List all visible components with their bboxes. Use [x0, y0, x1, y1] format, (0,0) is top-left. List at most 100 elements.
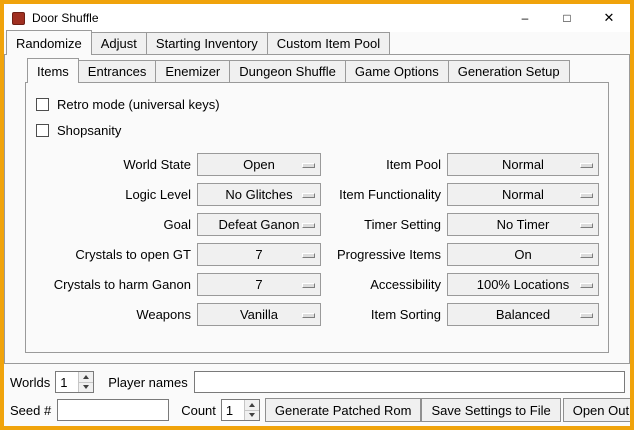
item-functionality-label: Item Functionality	[321, 187, 441, 202]
dropdown-indicator-icon	[302, 223, 315, 228]
dropdown-indicator-icon	[580, 283, 593, 288]
shopsanity-checkbox[interactable]	[36, 124, 49, 137]
close-button[interactable]: ✕	[588, 4, 630, 32]
settings-row-1: World State Open Item Pool Normal	[26, 153, 608, 176]
progressive-items-label: Progressive Items	[321, 247, 441, 262]
count-spin-down-button[interactable]	[245, 410, 259, 421]
tab-adjust[interactable]: Adjust	[91, 32, 147, 54]
count-input[interactable]	[222, 400, 244, 420]
tab-entrances[interactable]: Entrances	[78, 60, 157, 82]
window-controls: – □ ✕	[504, 4, 630, 32]
close-icon: ✕	[604, 10, 615, 26]
item-sorting-label: Item Sorting	[321, 307, 441, 322]
item-sorting-dropdown[interactable]: Balanced	[447, 303, 599, 326]
dropdown-value: No Timer	[448, 214, 598, 235]
seed-label: Seed #	[10, 403, 51, 418]
crystals-gt-group: Crystals to open GT 7	[28, 243, 321, 266]
seed-input[interactable]	[57, 399, 169, 421]
window-title: Door Shuffle	[32, 11, 99, 25]
dropdown-indicator-icon	[302, 313, 315, 318]
save-settings-button[interactable]: Save Settings to File	[421, 398, 560, 422]
worlds-spin-up-button[interactable]	[79, 372, 93, 382]
settings-row-4: Crystals to open GT 7 Progressive Items …	[26, 243, 608, 266]
settings-row-6: Weapons Vanilla Item Sorting Balanced	[26, 303, 608, 326]
logic-level-group: Logic Level No Glitches	[28, 183, 321, 206]
logic-level-dropdown[interactable]: No Glitches	[197, 183, 321, 206]
dropdown-indicator-icon	[302, 253, 315, 258]
dropdown-indicator-icon	[302, 163, 315, 168]
goal-label: Goal	[28, 217, 191, 232]
shopsanity-row: Shopsanity	[36, 119, 608, 141]
item-pool-dropdown[interactable]: Normal	[447, 153, 599, 176]
dropdown-indicator-icon	[580, 223, 593, 228]
world-state-group: World State Open	[28, 153, 321, 176]
weapons-dropdown[interactable]: Vanilla	[197, 303, 321, 326]
retro-mode-checkbox[interactable]	[36, 98, 49, 111]
progressive-items-dropdown[interactable]: On	[447, 243, 599, 266]
up-arrow-icon	[249, 403, 255, 407]
down-arrow-icon	[83, 385, 89, 389]
dropdown-indicator-icon	[580, 313, 593, 318]
accessibility-dropdown[interactable]: 100% Locations	[447, 273, 599, 296]
worlds-spinner[interactable]	[55, 371, 94, 393]
goal-group: Goal Defeat Ganon	[28, 213, 321, 236]
tab-dungeon-shuffle[interactable]: Dungeon Shuffle	[229, 60, 346, 82]
maximize-button[interactable]: □	[546, 4, 588, 32]
tab-starting-inventory[interactable]: Starting Inventory	[146, 32, 268, 54]
inner-notebook: Items Entrances Enemizer Dungeon Shuffle…	[25, 60, 609, 363]
crystals-ganon-group: Crystals to harm Ganon 7	[28, 273, 321, 296]
item-sorting-group: Item Sorting Balanced	[321, 303, 599, 326]
shopsanity-label: Shopsanity	[57, 123, 121, 138]
tab-enemizer[interactable]: Enemizer	[155, 60, 230, 82]
item-functionality-dropdown[interactable]: Normal	[447, 183, 599, 206]
dropdown-value: Normal	[448, 184, 598, 205]
dropdown-indicator-icon	[580, 193, 593, 198]
settings-grid: World State Open Item Pool Normal	[26, 153, 608, 326]
goal-dropdown[interactable]: Defeat Ganon	[197, 213, 321, 236]
accessibility-label: Accessibility	[321, 277, 441, 292]
door-shuffle-window: Door Shuffle – □ ✕ Randomize Adjust Star…	[0, 0, 634, 430]
world-state-label: World State	[28, 157, 191, 172]
dropdown-value: 100% Locations	[448, 274, 598, 295]
randomize-pane: Items Entrances Enemizer Dungeon Shuffle…	[4, 54, 630, 364]
up-arrow-icon	[83, 375, 89, 379]
settings-row-5: Crystals to harm Ganon 7 Accessibility 1…	[26, 273, 608, 296]
app-icon	[12, 12, 25, 25]
tab-custom-item-pool[interactable]: Custom Item Pool	[267, 32, 390, 54]
open-output-directory-button[interactable]: Open Output Directory	[563, 398, 634, 422]
count-spin-up-button[interactable]	[245, 400, 259, 410]
tab-items[interactable]: Items	[27, 58, 79, 83]
accessibility-group: Accessibility 100% Locations	[321, 273, 599, 296]
progressive-items-group: Progressive Items On	[321, 243, 599, 266]
timer-setting-dropdown[interactable]: No Timer	[447, 213, 599, 236]
settings-row-3: Goal Defeat Ganon Timer Setting No Timer	[26, 213, 608, 236]
crystals-ganon-label: Crystals to harm Ganon	[28, 277, 191, 292]
player-names-input[interactable]	[194, 371, 625, 393]
footer-row-1: Worlds Player names	[10, 371, 627, 393]
player-names-label: Player names	[108, 375, 187, 390]
crystals-gt-dropdown[interactable]: 7	[197, 243, 321, 266]
worlds-input[interactable]	[56, 372, 78, 392]
count-label: Count	[181, 403, 216, 418]
crystals-ganon-dropdown[interactable]: 7	[197, 273, 321, 296]
maximize-icon: □	[563, 11, 570, 25]
dropdown-value: Balanced	[448, 304, 598, 325]
generate-patched-rom-button[interactable]: Generate Patched Rom	[265, 398, 422, 422]
weapons-label: Weapons	[28, 307, 191, 322]
dropdown-value: On	[448, 244, 598, 265]
tab-generation-setup[interactable]: Generation Setup	[448, 60, 570, 82]
tab-game-options[interactable]: Game Options	[345, 60, 449, 82]
footer-row-2: Seed # Count Generate Patched Rom Save S…	[10, 398, 627, 422]
dropdown-value: Normal	[448, 154, 598, 175]
weapons-group: Weapons Vanilla	[28, 303, 321, 326]
count-spinner[interactable]	[221, 399, 260, 421]
worlds-label: Worlds	[10, 375, 50, 390]
dropdown-indicator-icon	[580, 253, 593, 258]
worlds-spin-down-button[interactable]	[79, 382, 93, 393]
tab-randomize[interactable]: Randomize	[6, 30, 92, 55]
item-pool-label: Item Pool	[321, 157, 441, 172]
count-spin-buttons	[244, 400, 259, 420]
world-state-dropdown[interactable]: Open	[197, 153, 321, 176]
titlebar: Door Shuffle – □ ✕	[4, 4, 630, 32]
minimize-button[interactable]: –	[504, 4, 546, 32]
